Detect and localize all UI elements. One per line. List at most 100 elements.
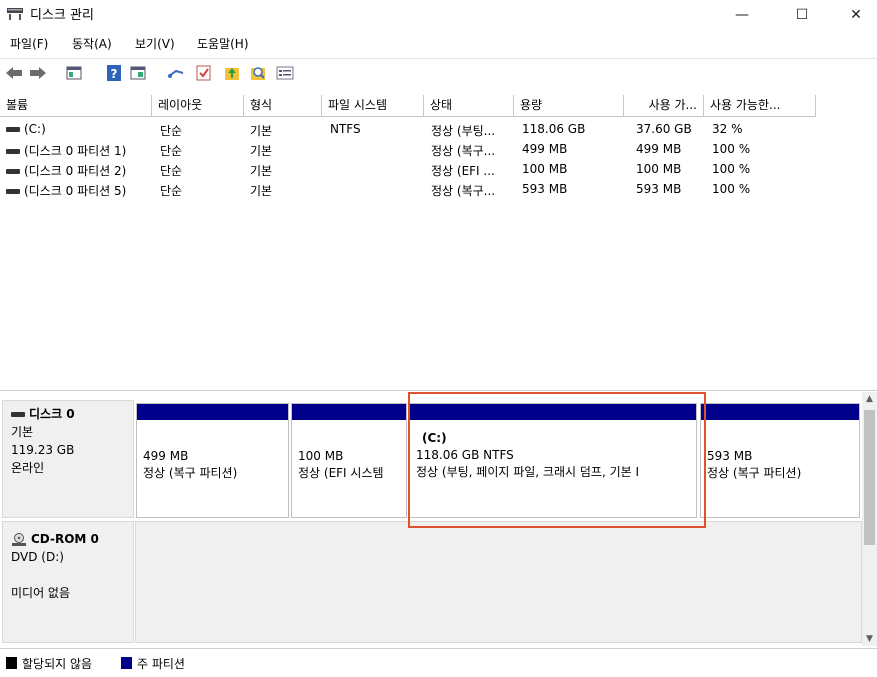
disk-name: 디스크 0 (29, 407, 75, 421)
volume-type: 기본 (250, 124, 273, 138)
partition-size: 118.06 GB NTFS (416, 448, 514, 462)
volume-free: 37.60 GB (636, 122, 692, 136)
forward-icon[interactable] (28, 64, 48, 82)
cdrom-drive: DVD (D:) (11, 550, 64, 564)
minimize-button[interactable]: — (719, 0, 765, 30)
cdrom-empty-area[interactable] (135, 521, 862, 643)
menu-action[interactable]: 동작(A) (72, 35, 112, 52)
partition-efi[interactable]: 100 MB 정상 (EFI 시스템 (291, 403, 407, 518)
column-header-capacity[interactable]: 용량 (514, 95, 624, 117)
volume-status: 정상 (복구... (431, 144, 496, 158)
volume-icon (6, 149, 20, 154)
volume-list: 볼륨 레이아웃 형식 파일 시스템 상태 용량 사용 가... 사용 가능한..… (0, 95, 877, 383)
legend-unallocated: 할당되지 않음 (22, 657, 93, 671)
legend-bar: 할당되지 않음 주 파티션 (0, 648, 877, 677)
partition-recovery-5[interactable]: 593 MB 정상 (복구 파티션) (700, 403, 860, 518)
volume-status: 정상 (복구... (431, 184, 496, 198)
disk-view-icon[interactable] (128, 64, 148, 82)
volume-free: 100 MB (636, 162, 682, 176)
volume-type: 기본 (250, 184, 273, 198)
volume-status: 정상 (부팅... (431, 124, 496, 138)
volume-list-icon[interactable] (64, 64, 84, 82)
menu-help[interactable]: 도움말(H) (197, 35, 249, 52)
volume-capacity: 118.06 GB (522, 122, 586, 136)
column-header-layout[interactable]: 레이아웃 (152, 95, 244, 117)
menu-file[interactable]: 파일(F) (10, 35, 48, 52)
search-icon[interactable] (248, 64, 268, 82)
primary-partition-swatch (121, 657, 132, 669)
legend-primary: 주 파티션 (137, 657, 185, 671)
partition-status: 정상 (복구 파티션) (143, 466, 238, 480)
cdrom-name: CD-ROM 0 (31, 532, 99, 546)
primary-partition-bar (292, 404, 406, 420)
volume-capacity: 499 MB (522, 142, 568, 156)
scrollbar-thumb[interactable] (864, 410, 875, 545)
volume-type: 기본 (250, 164, 273, 178)
volume-type: 기본 (250, 144, 273, 158)
scroll-up-icon[interactable]: ▲ (862, 394, 877, 404)
menu-view[interactable]: 보기(V) (135, 35, 175, 52)
primary-partition-bar (701, 404, 859, 420)
scroll-down-icon[interactable]: ▼ (862, 634, 877, 644)
help-icon[interactable]: ? (104, 64, 124, 82)
table-row[interactable]: (C:) 단순 기본 NTFS 정상 (부팅... 118.06 GB 37.6… (0, 120, 877, 140)
volume-percent: 100 % (712, 182, 751, 196)
cdrom-0-label[interactable]: CD-ROM 0 DVD (D:) 미디어 없음 (2, 521, 134, 643)
volume-name: (디스크 0 파티션 1) (24, 144, 127, 158)
partition-size: 593 MB (707, 449, 753, 463)
disk-state: 온라인 (11, 461, 45, 475)
primary-partition-bar (137, 404, 288, 420)
volume-filesystem: NTFS (330, 122, 361, 136)
column-header-volume[interactable]: 볼륨 (0, 95, 152, 117)
unallocated-swatch (6, 657, 17, 669)
volume-name: (디스크 0 파티션 5) (24, 184, 127, 198)
vertical-scrollbar[interactable]: ▲ ▼ (862, 392, 877, 646)
column-header-type[interactable]: 형식 (244, 95, 322, 117)
svg-text:?: ? (111, 67, 118, 81)
volume-capacity: 593 MB (522, 182, 568, 196)
volume-icon (6, 127, 20, 132)
volume-icon (6, 169, 20, 174)
partition-status: 정상 (복구 파티션) (707, 466, 802, 480)
disk-size: 119.23 GB (11, 443, 75, 457)
partition-size: 100 MB (298, 449, 344, 463)
volume-icon (6, 189, 20, 194)
volume-name: (디스크 0 파티션 2) (24, 164, 127, 178)
volume-percent: 100 % (712, 142, 751, 156)
volume-layout: 단순 (160, 124, 183, 138)
volume-free: 593 MB (636, 182, 682, 196)
column-header-filesystem[interactable]: 파일 시스템 (322, 95, 424, 117)
volume-layout: 단순 (160, 144, 183, 158)
toolbar: ? (0, 58, 877, 88)
column-header-status[interactable]: 상태 (424, 95, 514, 117)
table-row[interactable]: (디스크 0 파티션 1) 단순 기본 정상 (복구... 499 MB 499… (0, 140, 877, 160)
partition-drive-letter: (C:) (422, 431, 447, 445)
properties-icon[interactable] (275, 64, 295, 82)
back-icon[interactable] (4, 64, 24, 82)
maximize-button[interactable]: ☐ (779, 0, 825, 30)
volume-status: 정상 (EFI ... (431, 164, 495, 178)
partition-c-drive[interactable]: (C:) 118.06 GB NTFS 정상 (부팅, 페이지 파일, 크래시 … (409, 403, 697, 518)
check-icon[interactable] (194, 64, 214, 82)
disk-icon (11, 412, 25, 417)
partition-status: 정상 (부팅, 페이지 파일, 크래시 덤프, 기본 I (416, 465, 640, 479)
volume-percent: 100 % (712, 162, 751, 176)
up-arrow-icon[interactable] (222, 64, 242, 82)
title-bar: 디스크 관리 — ☐ ✕ (0, 0, 877, 30)
window-title: 디스크 관리 (30, 8, 94, 23)
connect-icon[interactable] (166, 64, 186, 82)
disk-0-label[interactable]: 디스크 0 기본 119.23 GB 온라인 (2, 400, 134, 518)
column-header-percent-free[interactable]: 사용 가능한... (704, 95, 816, 117)
partition-status: 정상 (EFI 시스템 (298, 466, 384, 480)
volume-capacity: 100 MB (522, 162, 568, 176)
volume-layout: 단순 (160, 184, 183, 198)
table-row[interactable]: (디스크 0 파티션 5) 단순 기본 정상 (복구... 593 MB 593… (0, 180, 877, 200)
close-button[interactable]: ✕ (833, 0, 877, 30)
volume-name: (C:) (24, 122, 46, 136)
column-header-free-space[interactable]: 사용 가... (624, 95, 704, 117)
volume-percent: 32 % (712, 122, 743, 136)
menu-bar: 파일(F) 동작(A) 보기(V) 도움말(H) (0, 33, 877, 55)
partition-recovery-1[interactable]: 499 MB 정상 (복구 파티션) (136, 403, 289, 518)
table-row[interactable]: (디스크 0 파티션 2) 단순 기본 정상 (EFI ... 100 MB 1… (0, 160, 877, 180)
partition-size: 499 MB (143, 449, 189, 463)
